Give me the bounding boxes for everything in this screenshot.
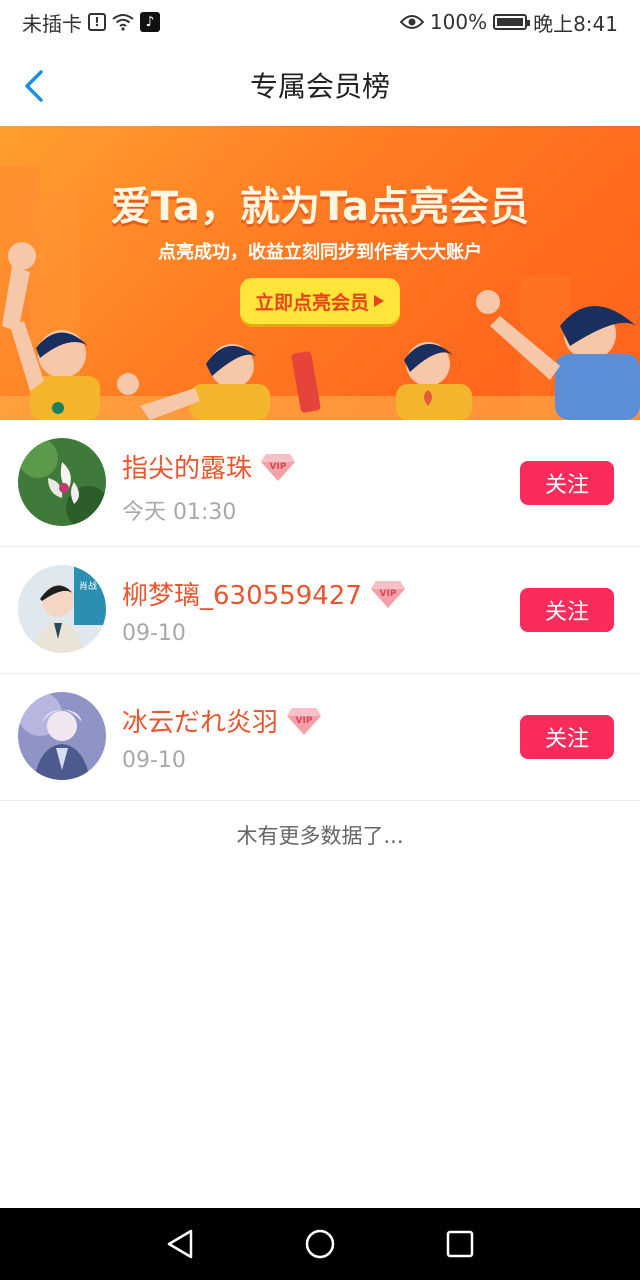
page-title: 专属会员榜 bbox=[249, 70, 390, 103]
circle-home-icon bbox=[305, 1229, 335, 1259]
member-list: 指尖的露珠 VIP 今天 01:30 关注 肖战 柳梦璃_630559427 V… bbox=[0, 420, 640, 801]
member-name[interactable]: 指尖的露珠 bbox=[122, 448, 252, 485]
member-name-row: 柳梦璃_630559427 VIP bbox=[122, 575, 406, 612]
svg-text:VIP: VIP bbox=[270, 462, 287, 472]
follow-button[interactable]: 关注 bbox=[520, 715, 614, 759]
square-recent-icon bbox=[446, 1230, 474, 1258]
member-name[interactable]: 冰云だれ炎羽 bbox=[122, 702, 278, 739]
battery-icon bbox=[493, 14, 531, 30]
status-bar: 未插卡 ! ♪ 100% 晚上8:41 bbox=[0, 0, 640, 44]
light-up-member-button[interactable]: 立即点亮会员 bbox=[240, 278, 400, 324]
wifi-icon bbox=[112, 14, 134, 31]
nav-home-button[interactable] bbox=[296, 1220, 344, 1268]
banner-illustration bbox=[0, 166, 640, 420]
no-more-data-text: 木有更多数据了... bbox=[236, 824, 404, 848]
banner-subtitle: 点亮成功，收益立刻同步到作者大大账户 bbox=[158, 242, 482, 263]
avatar[interactable] bbox=[18, 692, 106, 780]
carrier-text: 未插卡 bbox=[22, 11, 82, 36]
member-time: 09-10 bbox=[122, 621, 186, 646]
vip-diamond-icon: VIP bbox=[370, 580, 405, 608]
cta-label: 立即点亮会员 bbox=[254, 291, 369, 314]
sim-alert-icon: ! bbox=[88, 13, 106, 31]
status-left: 未插卡 ! ♪ bbox=[22, 8, 160, 37]
vip-diamond-icon: VIP bbox=[261, 453, 296, 481]
avatar-portrait-image: 肖战 bbox=[18, 565, 106, 653]
member-name[interactable]: 柳梦璃_630559427 bbox=[122, 575, 362, 612]
battery-percent: 100% bbox=[429, 10, 488, 34]
promo-banner[interactable]: 爱Ta，就为Ta点亮会员 点亮成功，收益立刻同步到作者大大账户 立即点亮会员 bbox=[0, 126, 640, 420]
follow-button[interactable]: 关注 bbox=[520, 461, 614, 505]
avatar-anime-image bbox=[18, 692, 106, 780]
play-arrow-icon bbox=[374, 295, 384, 307]
avatar[interactable] bbox=[18, 438, 106, 526]
tiktok-icon: ♪ bbox=[140, 12, 160, 32]
clock-text: 晚上8:41 bbox=[533, 11, 618, 36]
nav-back-button[interactable] bbox=[156, 1220, 204, 1268]
member-name-row: 冰云だれ炎羽 VIP bbox=[122, 702, 322, 739]
list-item[interactable]: 冰云だれ炎羽 VIP 09-10 关注 bbox=[0, 674, 640, 801]
svg-text:肖战: 肖战 bbox=[79, 580, 97, 592]
eye-icon bbox=[399, 15, 424, 29]
banner-headline: 爱Ta，就为Ta点亮会员 bbox=[110, 184, 530, 230]
member-name-row: 指尖的露珠 VIP bbox=[122, 448, 296, 485]
avatar[interactable]: 肖战 bbox=[18, 565, 106, 653]
list-item[interactable]: 肖战 柳梦璃_630559427 VIP 09-10 关注 bbox=[0, 547, 640, 674]
title-bar: 专属会员榜 bbox=[0, 44, 640, 127]
back-button[interactable] bbox=[14, 66, 54, 106]
system-nav-bar bbox=[0, 1208, 640, 1280]
status-right: 100% 晚上8:41 bbox=[399, 8, 618, 37]
list-item[interactable]: 指尖的露珠 VIP 今天 01:30 关注 bbox=[0, 420, 640, 547]
svg-text:VIP: VIP bbox=[379, 589, 396, 599]
avatar-flower-image bbox=[18, 438, 106, 526]
vip-diamond-icon: VIP bbox=[287, 707, 322, 735]
follow-button[interactable]: 关注 bbox=[520, 588, 614, 632]
member-time: 09-10 bbox=[122, 748, 186, 773]
triangle-back-icon bbox=[167, 1229, 193, 1259]
svg-text:VIP: VIP bbox=[296, 716, 313, 726]
member-time: 今天 01:30 bbox=[122, 500, 237, 525]
nav-recent-button[interactable] bbox=[436, 1220, 484, 1268]
chevron-left-icon bbox=[25, 70, 43, 102]
